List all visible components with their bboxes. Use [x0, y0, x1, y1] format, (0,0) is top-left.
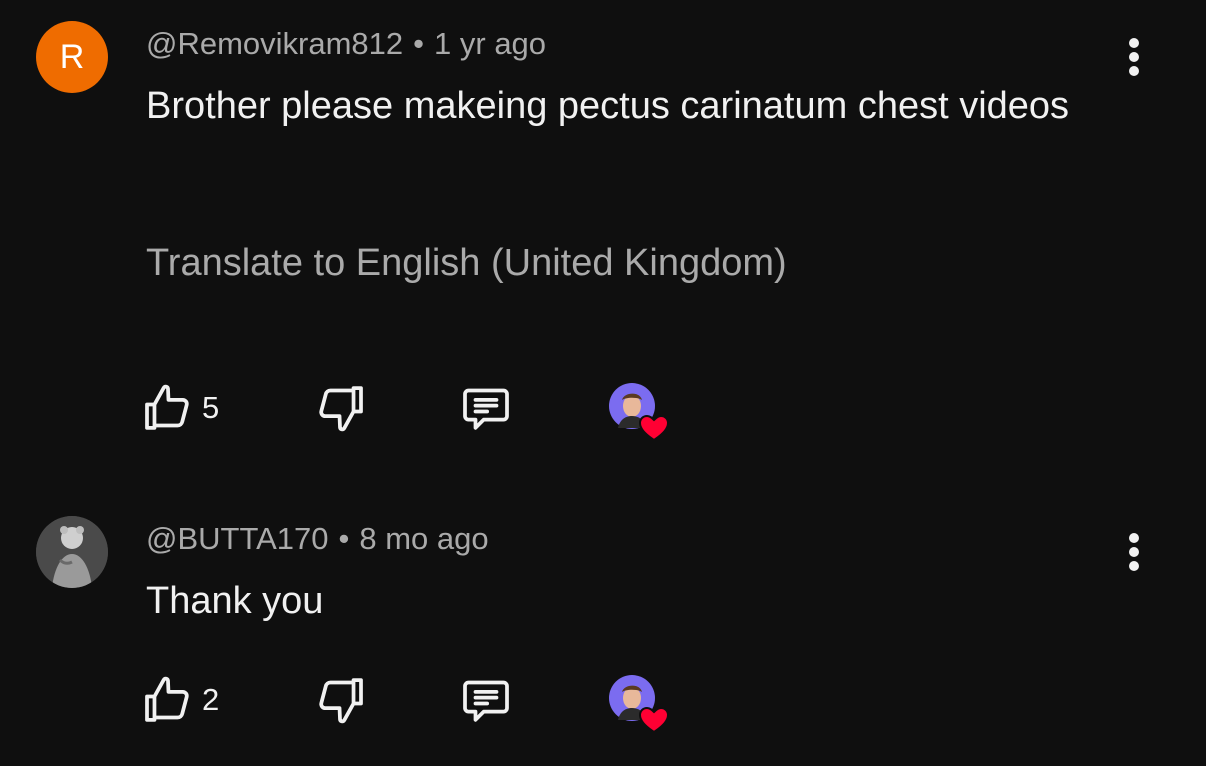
creator-heart-icon — [638, 706, 670, 734]
thumb-down-icon — [319, 386, 363, 432]
creator-avatar — [609, 383, 670, 442]
more-options-button[interactable] — [1114, 531, 1154, 575]
comment-author[interactable]: @BUTTA170 — [146, 521, 329, 556]
more-vertical-icon — [1129, 38, 1139, 76]
thumb-down-icon — [319, 678, 363, 724]
reply-button[interactable] — [458, 378, 514, 438]
like-button[interactable]: 2 — [140, 670, 219, 730]
creator-heart-badge — [608, 382, 670, 444]
comment-actions: 5 — [140, 378, 700, 442]
avatar-image — [36, 516, 108, 588]
comment-item: @BUTTA170 • 8 mo ago Thank you 2 — [0, 470, 1206, 766]
thumb-up-icon — [145, 384, 189, 430]
comment-text: Thank you — [146, 580, 324, 622]
like-button[interactable]: 5 — [140, 378, 219, 438]
avatar[interactable]: R — [36, 21, 108, 93]
dislike-button[interactable] — [312, 670, 368, 730]
comment-time: 1 yr ago — [434, 26, 547, 61]
avatar[interactable] — [36, 516, 108, 588]
avatar-letter: R — [59, 38, 85, 76]
like-count: 5 — [202, 390, 220, 425]
translate-link[interactable]: Translate to English (United Kingdom) — [146, 242, 787, 285]
comment-item: R @Removikram812 • 1 yr ago Brother please… — [0, 0, 1206, 470]
comment-meta: @BUTTA170 • 8 mo ago — [146, 521, 489, 557]
creator-avatar — [609, 675, 670, 734]
comment-meta: @Removikram812 • 1 yr ago — [146, 26, 546, 62]
comment-text: Brother please makeing pectus carinatum … — [146, 85, 1070, 127]
comment-actions: 2 — [140, 670, 700, 734]
meta-separator: • — [413, 26, 425, 61]
creator-heart-icon — [638, 414, 670, 442]
more-vertical-icon — [1129, 533, 1139, 571]
reply-comment-icon — [463, 388, 509, 430]
more-options-button[interactable] — [1114, 36, 1154, 80]
dislike-button[interactable] — [312, 378, 368, 438]
comment-time: 8 mo ago — [359, 521, 489, 556]
reply-comment-icon — [463, 680, 509, 722]
meta-separator: • — [338, 521, 350, 556]
reply-button[interactable] — [458, 670, 514, 730]
like-count: 2 — [202, 682, 220, 717]
thumb-up-icon — [145, 676, 189, 722]
comment-author[interactable]: @Removikram812 — [146, 26, 403, 61]
creator-heart-badge — [608, 674, 670, 736]
